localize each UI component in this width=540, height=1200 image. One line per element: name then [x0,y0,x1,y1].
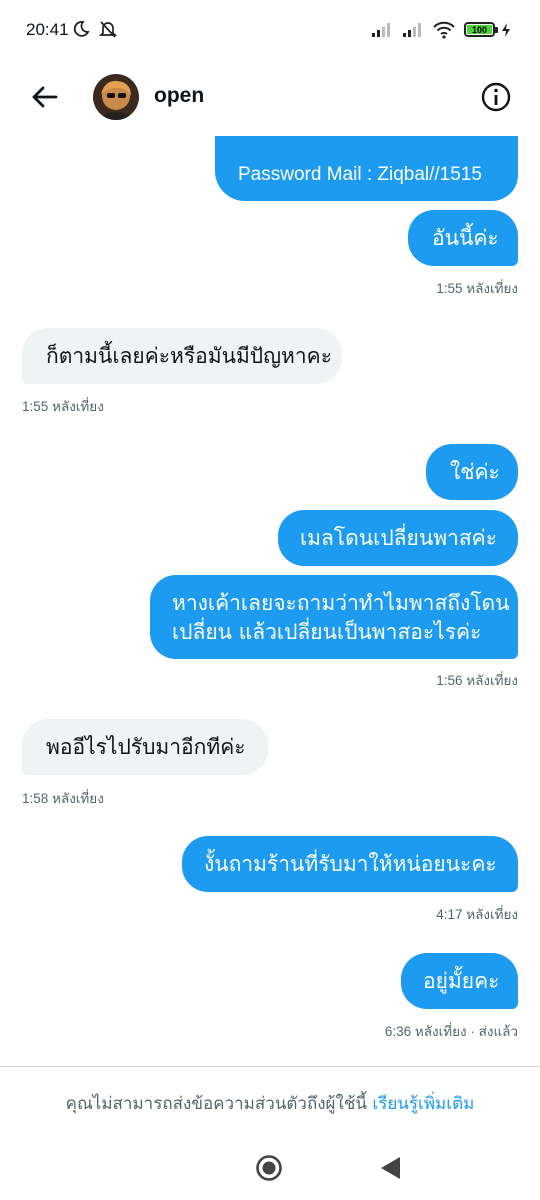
message-text: อยู่มั้ยคะ [423,969,500,993]
message-timestamp: 1:55 หลังเที่ยง [22,399,104,414]
cannot-message-notice: คุณไม่สามารถส่งข้อความส่วนตัวถึงผู้ใช้นี… [0,1090,540,1117]
notice-text: คุณไม่สามารถส่งข้อความส่วนตัวถึงผู้ใช้นี… [65,1094,367,1114]
status-bar: 20:41 100 [0,0,540,62]
message-text: อันนี้ค่ะ [432,226,499,250]
outgoing-message[interactable]: Password Mail : Ziqbal//1515 [215,136,518,201]
message-text: Password Mail : Ziqbal//1515 [238,164,482,185]
outgoing-message[interactable]: ใช่ค่ะ [426,444,518,500]
battery-level: 100 [471,24,488,35]
moon-icon [73,21,90,37]
outgoing-message[interactable]: งั้นถามร้านที่รับมาให้หน่อยนะคะ [182,836,518,892]
incoming-message[interactable]: พออีไรไปรับมาอีกทีค่ะ [22,719,268,775]
avatar[interactable] [93,74,139,120]
charging-icon [502,23,510,37]
outgoing-message[interactable]: อยู่มั้ยคะ [401,953,518,1009]
incoming-message[interactable]: ก็ตามนี้เลยค่ะหรือมันมีปัญหาคะ [22,328,342,384]
footer-divider [0,1066,540,1067]
battery-icon: 100 [464,22,498,37]
nav-back-icon[interactable] [379,1155,403,1181]
message-text-line: หางเค้าเลยจะถามว่าทำไมพาสถึงโดน [172,591,510,615]
message-timestamp: 4:17 หลังเที่ยง [436,907,518,922]
message-text: ใช่ค่ะ [450,460,500,484]
message-text: ก็ตามนี้เลยค่ะหรือมันมีปัญหาคะ [46,344,332,368]
message-text-line: เปลี่ยน แล้วเปลี่ยนเป็นพาสอะไรค่ะ [172,620,482,644]
message-timestamp: 6:36 หลังเที่ยง · ส่งแล้ว [384,1024,518,1039]
message-text: งั้นถามร้านที่รับมาให้หน่อยนะคะ [204,852,497,876]
home-button-icon[interactable] [255,1154,283,1182]
wifi-icon [433,21,455,39]
bell-off-icon [98,21,118,38]
signal-1-icon [372,23,390,37]
message-timestamp: 1:56 หลังเที่ยง [436,673,518,688]
status-time: 20:41 [26,20,69,39]
system-nav-bar [0,1140,540,1200]
learn-more-link[interactable]: เรียนรู้เพิ่มเติม [372,1094,474,1114]
message-timestamp: 1:55 หลังเที่ยง [436,281,518,296]
message-text: เมลโดนเปลี่ยนพาสค่ะ [300,526,497,550]
message-text: พออีไรไปรับมาอีกทีค่ะ [46,735,246,759]
outgoing-message[interactable]: หางเค้าเลยจะถามว่าทำไมพาสถึงโดน เปลี่ยน … [150,575,518,659]
contact-name[interactable]: open [154,84,204,108]
outgoing-message[interactable]: เมลโดนเปลี่ยนพาสค่ะ [278,510,518,566]
message-timestamp: 1:58 หลังเที่ยง [22,791,104,806]
conversation-header: open [0,62,540,132]
back-arrow-icon[interactable] [28,80,62,114]
outgoing-message[interactable]: อันนี้ค่ะ [408,210,518,266]
info-icon[interactable] [480,81,512,113]
signal-2-icon [403,23,421,37]
